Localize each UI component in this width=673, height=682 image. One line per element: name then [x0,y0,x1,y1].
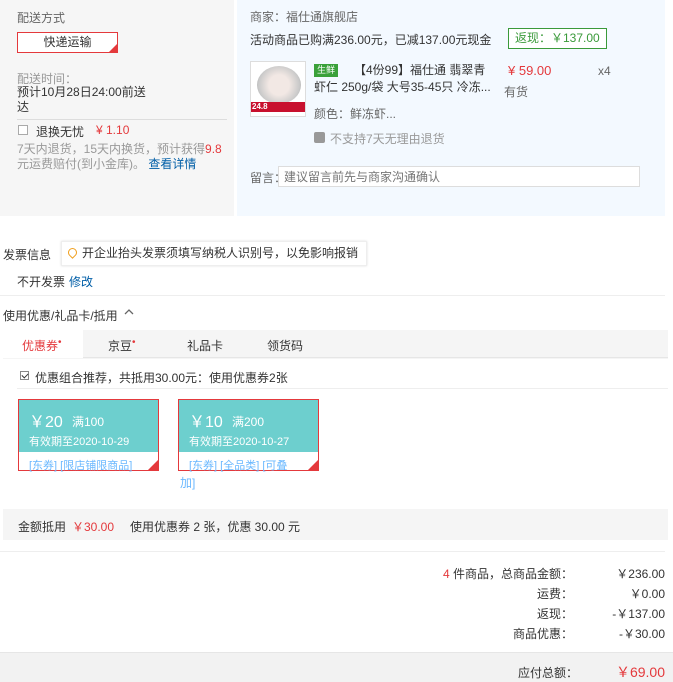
selected-corner-icon [308,460,318,470]
return-insurance-checkbox[interactable] [18,125,28,135]
view-details-link[interactable]: 查看详情 [148,157,196,171]
tab-coupon-label[interactable]: 优惠券• [22,337,62,354]
item-count-suffix: 件商品，总商品金额： [449,567,573,581]
payable-label: 应付总额： [517,666,578,680]
summary-freight-label: 运费： [536,587,573,601]
delivery-time-value: 预计10月28日24:00前送达 [17,85,146,114]
product-title[interactable]: 【4份99】福仕通 翡翠青虾仁 250g/袋 大号35-45只 冷冻... [314,62,496,96]
selected-corner-icon [148,460,158,470]
invoice-edit-link[interactable]: 修改 [69,273,93,290]
product-image[interactable]: 24.8 [250,61,306,117]
tab-dot-icon: • [58,337,62,348]
invoice-title: 发票信息 [3,248,52,262]
summary-total-row: 4 件商品，总商品金额： ￥236.00 [265,565,665,583]
tab-redeem-code[interactable]: 领货码 [267,337,303,354]
invoice-value: 不开发票 [17,275,66,289]
coupon-card[interactable]: ￥20 满100 有效期至2020-10-29 [东券] [限店铺限商品] [18,399,159,472]
fresh-badge: 生鲜 [314,64,339,77]
combo-divider [17,388,668,389]
coupon-condition: 满100 [72,415,105,429]
coupon-card[interactable]: ￥10 满200 有效期至2020-10-27 [东券] [全品类] [可叠 [178,399,319,472]
return-insurance-desc: 7天内退货，15天内换货，预计获得9.8 元运费赔付(到小金库)。 查看详情 [17,142,229,172]
no-return-text: 不支持7天无理由退货 [330,132,445,146]
product-price: ¥ 59.00 [508,63,552,78]
summary-coupon-label: 商品优惠： [512,627,573,641]
coupon-condition: 满200 [232,415,265,429]
image-price-tag: 24.8 [252,102,268,111]
summary-freight-row: 运费： ￥0.00 [265,585,665,603]
coupon-tags: [东券] [全品类] [可叠 [189,460,288,472]
promo-text: 活动商品已购满236.00元，已减137.00元现金 [250,33,492,47]
coupon-section-title[interactable]: 使用优惠/礼品卡/抵用 [3,307,118,324]
return-insurance-price: ¥ 1.10 [96,123,130,137]
return-desc-text-2: 元运费赔付(到小金库)。 [17,157,145,171]
coupon-tabs [3,330,668,358]
summary-cashback-label: 返现： [536,607,573,621]
product-stock: 有货 [504,85,529,99]
summary-cashback-row: 返现： -￥137.00 [265,605,665,623]
tab-jingdou-text: 京豆 [108,339,133,353]
express-shipping-label: 快递运输 [43,35,92,49]
invoice-divider [0,295,665,296]
summary-freight-value: ￥0.00 [629,587,665,601]
coupon-expiry: 有效期至2020-10-27 [189,436,290,448]
coupon-face: ￥10 满200 有效期至2020-10-27 [179,400,318,452]
return-desc-text: 7天内退货，15天内换货，预计获得 [17,142,206,156]
coupon-face: ￥20 满100 有效期至2020-10-29 [19,400,158,452]
shipping-title: 配送方式 [17,11,66,25]
combo-recommend-text: 优惠组合推荐，共抵用30.00元：使用优惠券2张 [35,371,288,385]
product-color: 颜色：鲜冻虾... [314,107,397,121]
summary-total-label: 4 件商品，总商品金额： [443,565,573,582]
chevron-up-icon[interactable] [123,306,137,321]
location-pin-icon [66,246,79,259]
coupon-expiry: 有效期至2020-10-29 [29,436,130,448]
coupon-tags-overflow: 加] [180,476,196,490]
tab-coupon-text: 优惠券 [22,339,59,353]
invoice-tip: 开企业抬头发票须填写纳税人识别号，以免影响报销 [61,241,368,266]
selected-corner-icon [109,44,117,52]
coupon-amount: ￥20 [29,414,63,431]
return-desc-amount: 9.8 [205,142,222,156]
deduction-amount: ￥30.00 [72,520,115,534]
no-return-icon [314,132,325,143]
express-shipping-button[interactable]: 快递运输 [17,32,118,53]
summary-cashback-value: -￥137.00 [612,607,665,621]
coupon-tags: [东券] [限店铺限商品] [29,460,133,472]
shrimp-plate-image [257,66,301,104]
shop-name: 商家：福仕通旗舰店 [250,10,359,24]
summary-coupon-value: -￥30.00 [618,627,665,641]
tab-dot-icon: • [132,337,136,348]
deduction-label: 金额抵用 [18,520,67,534]
coupon-amount: ￥10 [189,414,223,431]
summary-coupon-row: 商品优惠： -￥30.00 [265,625,665,643]
cashback-badge: 返现：￥137.00 [508,28,607,49]
deduction-desc: 使用优惠券 2 张，优惠 30.00 元 [130,520,301,534]
tab-gift-card[interactable]: 礼品卡 [187,337,223,354]
payable-amount: ￥69.00 [615,664,665,680]
tab-jingdou[interactable]: 京豆• [108,337,136,354]
combo-recommend-checkbox[interactable] [20,371,29,380]
message-input[interactable] [278,166,640,187]
return-insurance-label: 退换无忧 [36,125,85,139]
product-quantity: x4 [598,64,611,78]
summary-divider [0,551,665,552]
item-count: 4 [442,567,450,581]
shipping-divider [17,119,227,120]
summary-total-value: ￥236.00 [616,567,665,581]
invoice-tip-text: 开企业抬头发票须填写纳税人识别号，以免影响报销 [82,246,359,260]
